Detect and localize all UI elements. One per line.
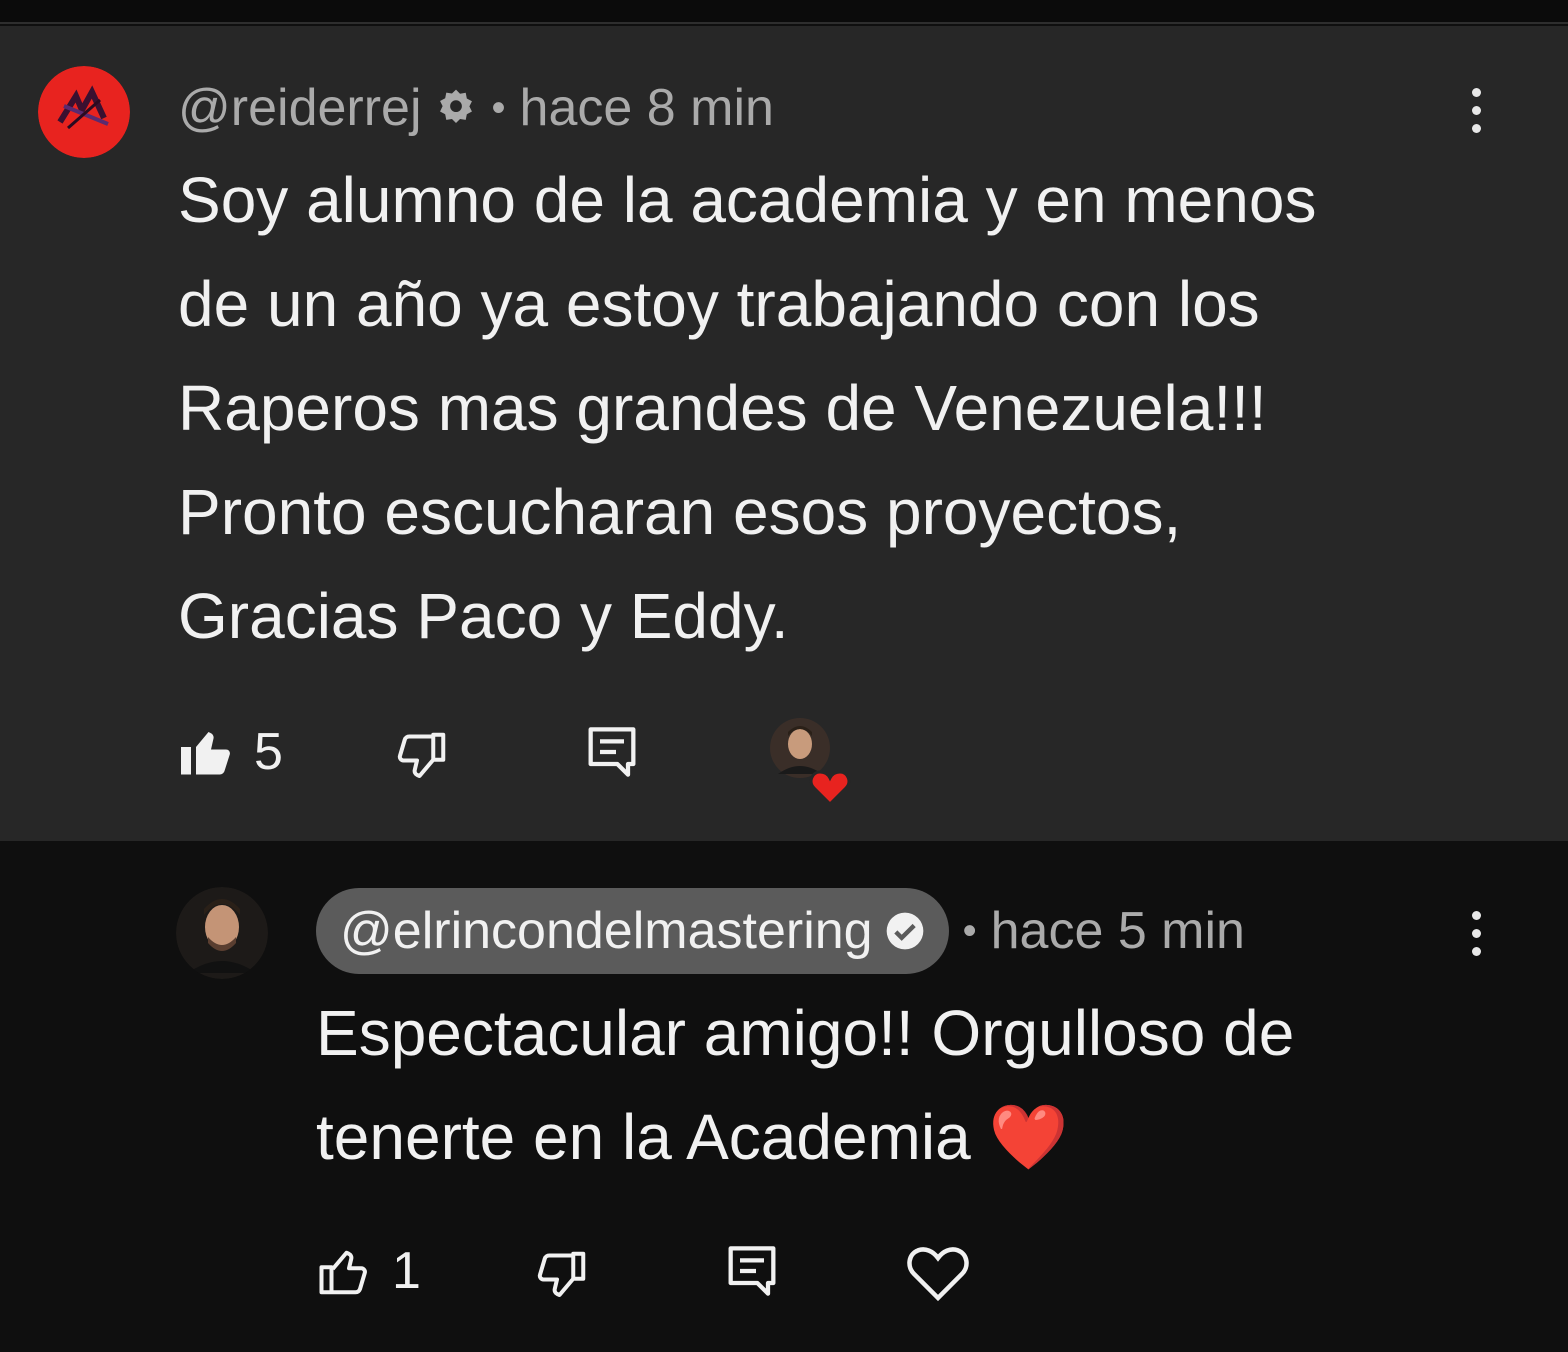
reply-author-handle: @elrincondelmastering (340, 902, 873, 960)
like-button[interactable]: 5 (176, 714, 283, 790)
avatar-logo-icon (38, 66, 130, 158)
comment-time: hace 8 min (519, 79, 774, 137)
meta-separator: • (491, 85, 506, 130)
reply-time: hace 5 min (990, 902, 1245, 960)
reply-text: Espectacular amigo!! Orgulloso de tenert… (316, 997, 1295, 1173)
top-divider (0, 0, 1568, 24)
verified-check-icon (886, 912, 923, 950)
thumbs-down-icon (397, 732, 446, 778)
comment-thread-main: @reiderrej • hace 8 min Soy alumno de la… (0, 26, 1568, 841)
avatar[interactable] (38, 66, 130, 158)
member-badge-icon (439, 89, 472, 124)
creator-handle-pill[interactable]: @elrincondelmastering (316, 888, 949, 974)
reply-button[interactable] (580, 714, 644, 790)
comment-reply: @elrincondelmastering • hace 5 min Espec… (0, 841, 1568, 1352)
thumbs-up-icon (319, 1250, 367, 1295)
reply-comment-icon (588, 727, 636, 777)
like-count: 5 (254, 723, 283, 781)
reply-like-button[interactable]: 1 (314, 1233, 421, 1309)
reply-avatar[interactable] (176, 887, 268, 979)
reply-thumbs-down-icon (537, 1251, 586, 1297)
comment-text: Soy alumno de la academia y en menos de … (178, 164, 1317, 652)
heart-outline-icon (907, 1247, 969, 1302)
reply-dislike-button[interactable] (532, 1237, 592, 1313)
reply-more-icon[interactable] (1456, 903, 1496, 963)
author-handle[interactable]: @reiderrej (178, 78, 422, 138)
reply-like-count: 1 (392, 1242, 421, 1300)
dislike-button[interactable] (392, 718, 452, 794)
creator-avatar-icon (176, 887, 268, 979)
thumbs-up-filled-icon (181, 732, 230, 775)
creator-heart-badge (768, 716, 854, 806)
reply-meta-separator: • (962, 908, 977, 953)
reply-comment-icon (728, 1246, 776, 1296)
comment-more-icon[interactable] (1456, 80, 1496, 140)
comment-meta: @reiderrej • hace 8 min (178, 76, 774, 140)
creator-avatar-heart-icon (770, 718, 851, 806)
heart-button[interactable] (904, 1233, 972, 1309)
reply-reply-button[interactable] (720, 1233, 784, 1309)
reply-meta: @elrincondelmastering • hace 5 min (316, 887, 1245, 975)
